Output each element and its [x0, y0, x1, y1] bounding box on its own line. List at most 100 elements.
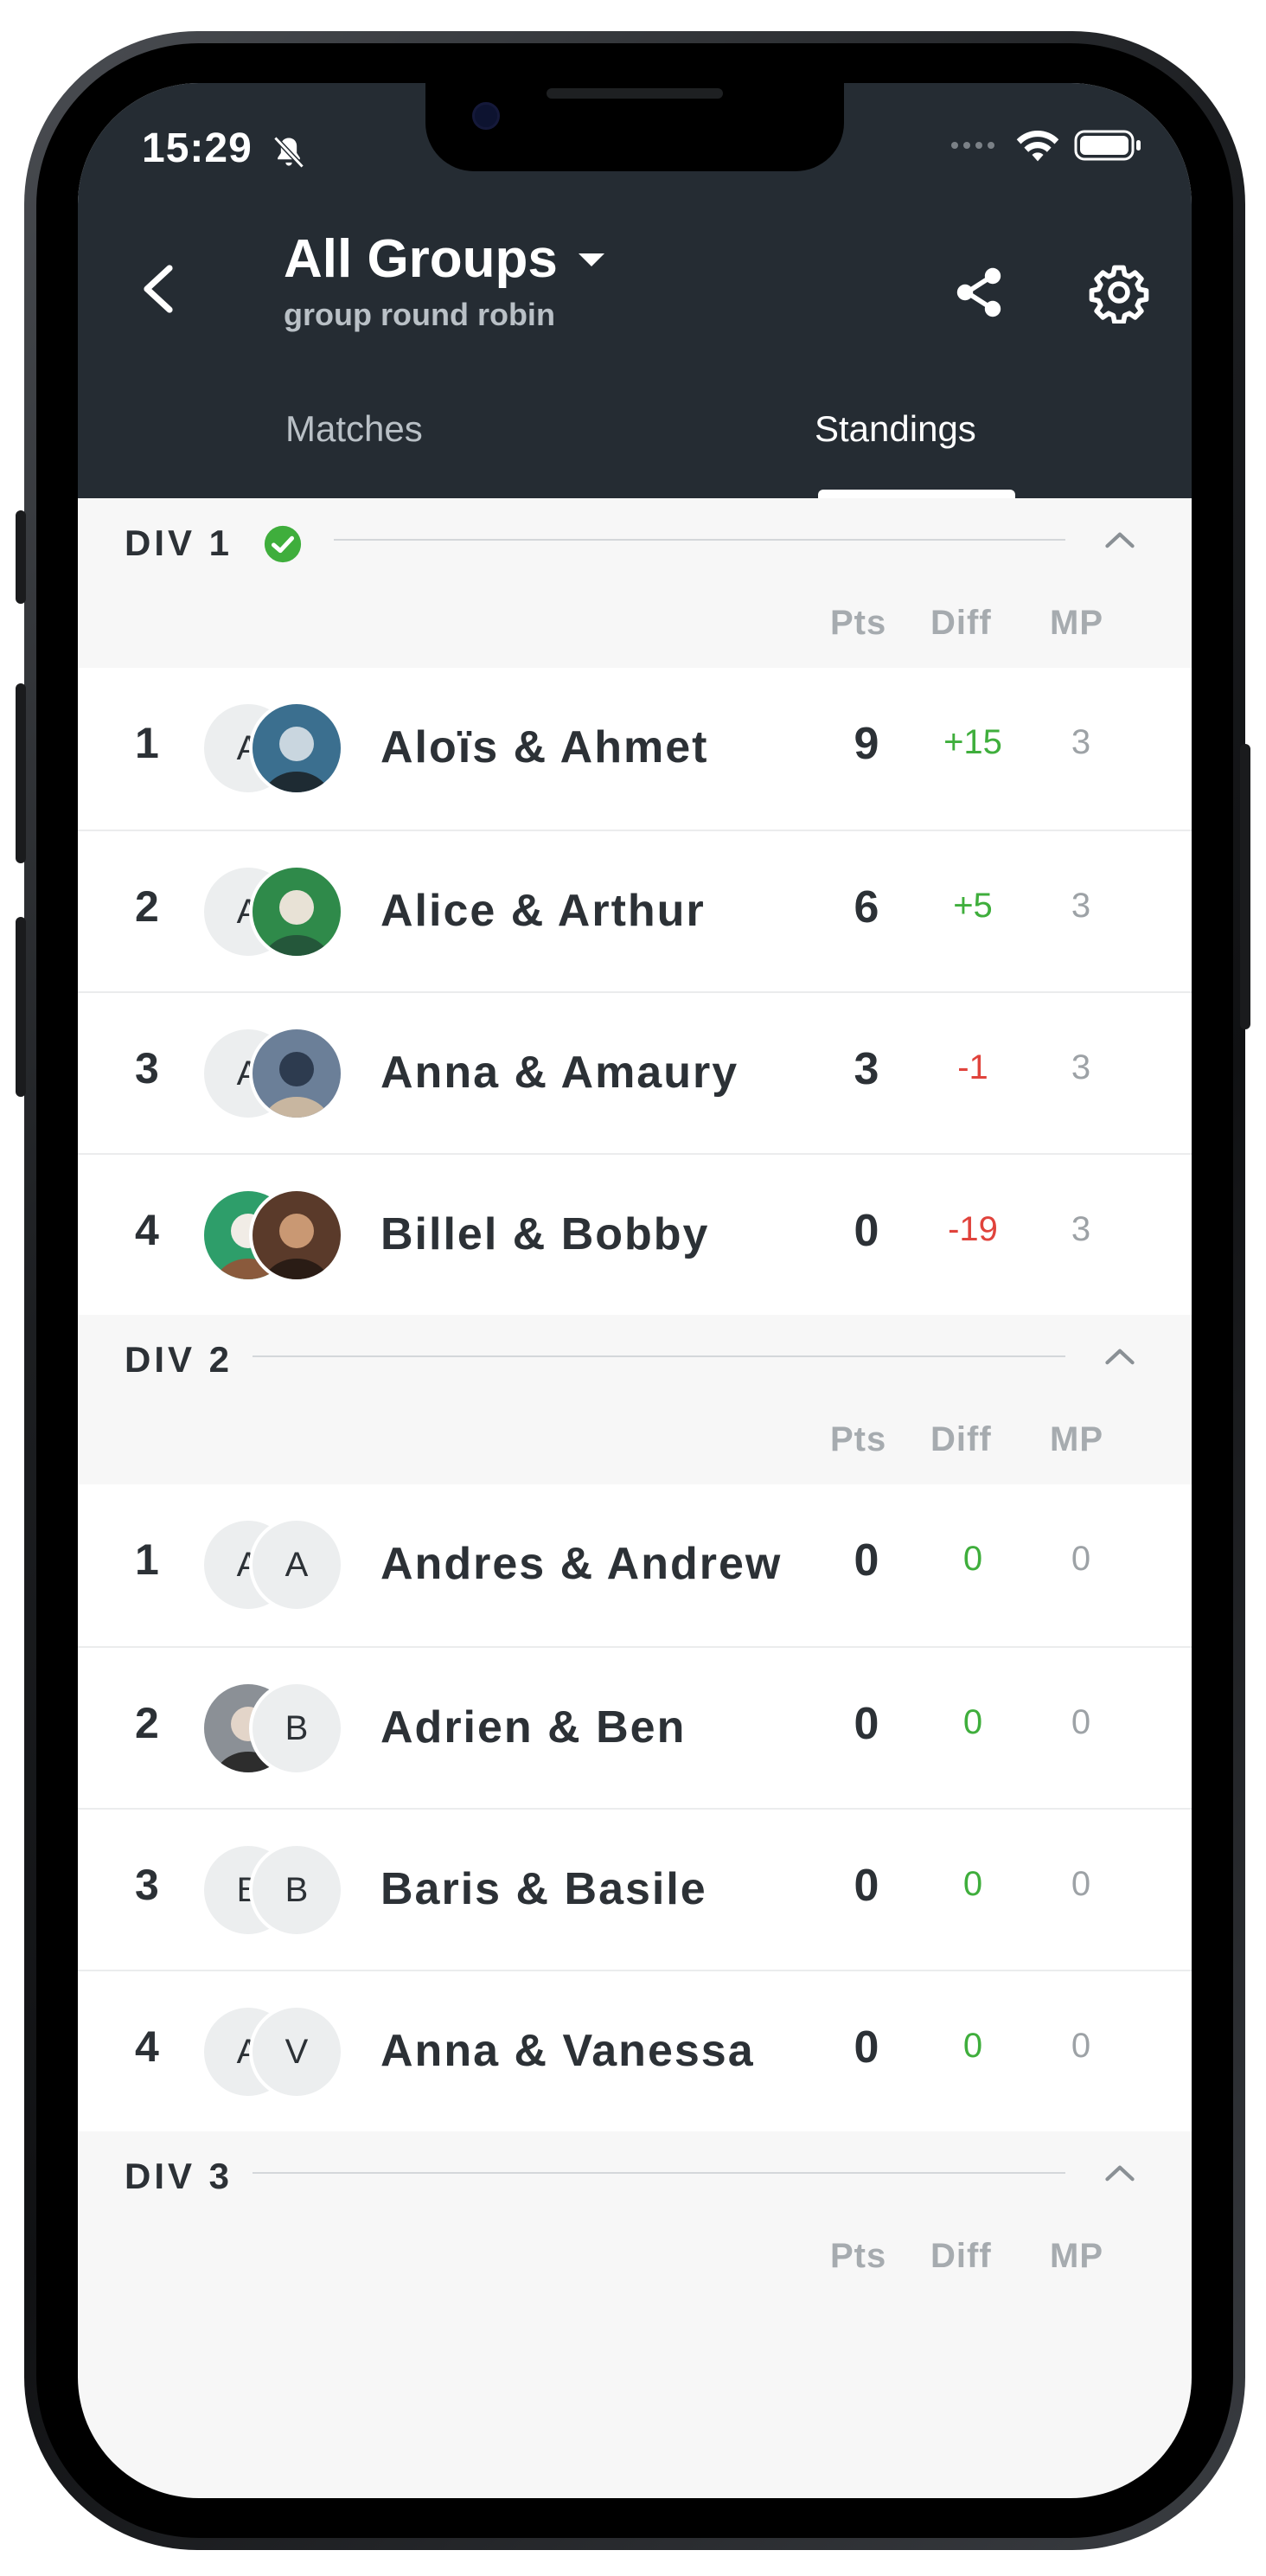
front-camera	[472, 102, 500, 130]
division-title: DIV 2	[125, 1339, 233, 1380]
team-rank: 2	[135, 1699, 159, 1747]
standings-row[interactable]: 4 Billel & Bobby 0 -19 3	[78, 1153, 1192, 1315]
volume-down-button	[16, 917, 26, 1097]
standings-row[interactable]: 1 A A Andres & Andrew 0 0 0	[78, 1484, 1192, 1646]
wifi-icon	[1016, 131, 1059, 162]
title-block[interactable]: All Groups group round robin	[284, 228, 606, 333]
column-header-row: Pts Diff MP	[78, 2214, 1192, 2301]
division-section: DIV 1 Pts Diff MP 1 A Aloïs & Ahmet 9 +15 3 2 A Alic…	[78, 498, 1192, 1315]
team-point-diff: -19	[948, 1210, 998, 1248]
check-circle-icon	[264, 525, 302, 563]
player-photo	[253, 1029, 341, 1118]
column-header-diff: Diff	[930, 1420, 992, 1458]
player-avatar-2	[249, 1188, 344, 1283]
tab-matches[interactable]: Matches	[285, 408, 423, 450]
column-header-pts: Pts	[830, 1420, 887, 1458]
player-avatar-2	[249, 864, 344, 959]
team-matches-played: 0	[1071, 1703, 1091, 1741]
team-point-diff: 0	[962, 2027, 983, 2065]
standings-row[interactable]: 3 A Anna & Amaury 3 -1 3	[78, 991, 1192, 1153]
status-time: 15:29	[142, 125, 253, 171]
team-name: Anna & Vanessa	[380, 2026, 755, 2076]
app-screen: 15:29 All Groups group round robin Match…	[78, 83, 1192, 2498]
division-divider	[253, 2172, 1065, 2174]
team-rank: 1	[135, 719, 159, 767]
avatar-initial: V	[285, 2033, 309, 2071]
page-title: All Groups	[284, 229, 558, 289]
team-name: Anna & Amaury	[380, 1048, 739, 1098]
standings-row[interactable]: 3 B B Baris & Basile 0 0 0	[78, 1808, 1192, 1970]
division-divider	[334, 539, 1065, 541]
column-header-row: Pts Diff MP	[78, 581, 1192, 668]
player-avatar-2	[249, 1026, 344, 1121]
team-matches-played: 3	[1071, 723, 1091, 761]
team-point-diff: 0	[962, 1540, 983, 1578]
tab-standings-label: Standings	[815, 408, 976, 449]
team-rank: 3	[135, 1861, 159, 1909]
team-name: Aloïs & Ahmet	[380, 722, 709, 772]
active-tab-indicator	[818, 490, 1015, 498]
team-name: Baris & Basile	[380, 1864, 707, 1914]
division-section: DIV 2 Pts Diff MP 1 A A Andres & Andrew 0 0 0 2 B Adr…	[78, 1315, 1192, 2131]
division-divider	[253, 1355, 1065, 1357]
power-button	[1240, 744, 1250, 1029]
column-header-mp: MP	[1050, 2237, 1103, 2275]
team-rank: 4	[135, 2022, 159, 2071]
player-photo	[253, 1191, 341, 1279]
team-matches-played: 3	[1071, 887, 1091, 925]
player-avatar-2: V	[249, 2004, 344, 2099]
standings-row[interactable]: 2 A Alice & Arthur 6 +5 3	[78, 830, 1192, 991]
chevron-up-icon[interactable]	[1098, 1336, 1141, 1379]
settings-button[interactable]	[1088, 261, 1150, 325]
share-icon	[956, 267, 1001, 317]
player-avatar-2: B	[249, 1681, 344, 1776]
division-header[interactable]: DIV 2	[78, 1315, 1192, 1398]
share-button[interactable]	[948, 261, 1010, 324]
team-points: 0	[854, 1206, 879, 1256]
team-matches-played: 3	[1071, 1048, 1091, 1086]
bell-slash-icon	[273, 136, 304, 169]
player-photo	[253, 868, 341, 956]
standings-row[interactable]: 1 A Aloïs & Ahmet 9 +15 3	[78, 668, 1192, 830]
team-points: 0	[854, 2022, 879, 2073]
chevron-up-icon[interactable]	[1098, 2152, 1141, 2195]
tab-standings[interactable]: Standings	[815, 408, 976, 450]
division-section: DIV 3 Pts Diff MP	[78, 2131, 1192, 2301]
caret-down-icon	[578, 253, 604, 266]
column-header-row: Pts Diff MP	[78, 1398, 1192, 1484]
avatar-initial: B	[285, 1709, 309, 1747]
team-matches-played: 3	[1071, 1210, 1091, 1248]
team-name: Adrien & Ben	[380, 1702, 687, 1753]
team-points: 0	[854, 1699, 879, 1749]
speaker-grille	[547, 88, 723, 99]
standings-row[interactable]: 4 A V Anna & Vanessa 0 0 0	[78, 1970, 1192, 2131]
division-header[interactable]: DIV 1	[78, 498, 1192, 581]
mute-switch	[16, 510, 26, 604]
team-rank: 2	[135, 882, 159, 931]
group-selector[interactable]: All Groups	[284, 228, 606, 290]
team-point-diff: 0	[962, 1865, 983, 1903]
column-header-pts: Pts	[830, 604, 887, 642]
avatar-initial: A	[285, 1546, 309, 1584]
column-header-mp: MP	[1050, 604, 1103, 642]
team-points: 9	[854, 719, 879, 769]
player-photo	[253, 704, 341, 792]
team-points: 3	[854, 1044, 879, 1094]
player-avatar-2: B	[249, 1842, 344, 1938]
avatar-initial: B	[285, 1871, 309, 1909]
back-button[interactable]	[126, 254, 195, 324]
team-matches-played: 0	[1071, 1540, 1091, 1578]
team-matches-played: 0	[1071, 2027, 1091, 2065]
player-avatar-2: A	[249, 1517, 344, 1612]
division-header[interactable]: DIV 3	[78, 2131, 1192, 2214]
standings-row[interactable]: 2 B Adrien & Ben 0 0 0	[78, 1646, 1192, 1808]
team-points: 0	[854, 1535, 879, 1586]
team-points: 0	[854, 1861, 879, 1911]
chevron-left-icon	[144, 265, 173, 313]
team-rank: 1	[135, 1535, 159, 1584]
team-rank: 4	[135, 1206, 159, 1254]
team-matches-played: 0	[1071, 1865, 1091, 1903]
chevron-up-icon[interactable]	[1098, 519, 1141, 562]
team-name: Billel & Bobby	[380, 1209, 710, 1259]
column-header-mp: MP	[1050, 1420, 1103, 1458]
